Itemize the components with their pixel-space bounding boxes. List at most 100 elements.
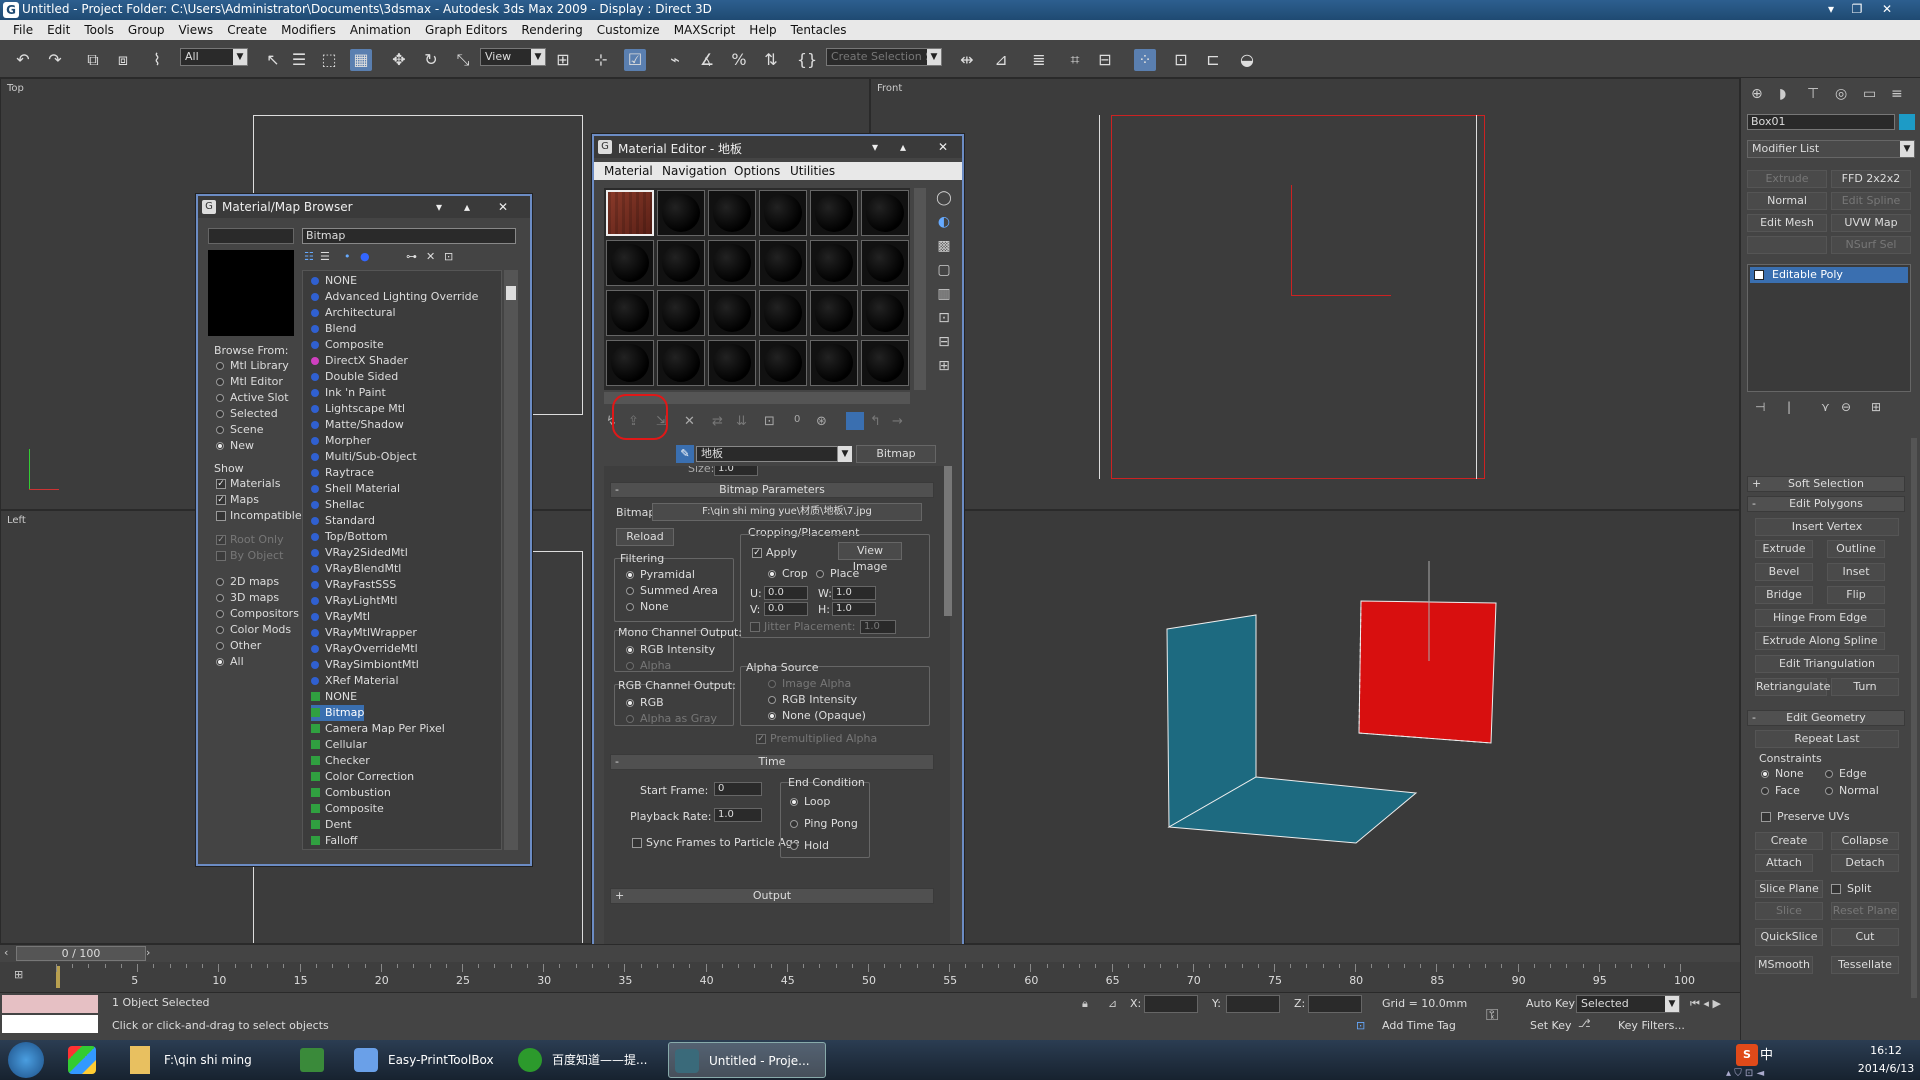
make-unique-icon[interactable]: ⋎ xyxy=(1821,400,1830,414)
modifier-normal-button[interactable]: Normal xyxy=(1747,192,1827,210)
material-sample-slot[interactable] xyxy=(810,240,858,286)
redo-icon[interactable]: ↷ xyxy=(44,49,66,71)
show-end-result-icon[interactable]: | xyxy=(1787,400,1791,414)
attach-button[interactable]: Attach xyxy=(1755,854,1813,872)
slice-button[interactable]: Slice xyxy=(1755,902,1823,920)
material-sample-slot[interactable] xyxy=(810,340,858,386)
soft-selection-rollout[interactable]: + Soft Selection xyxy=(1747,476,1905,492)
radio-loop[interactable] xyxy=(790,798,798,806)
clear-library-icon[interactable]: ⊡ xyxy=(444,250,453,263)
window-crossing-icon[interactable]: ▦ xyxy=(350,49,372,71)
apply-checkbox[interactable]: ✓ xyxy=(752,548,762,558)
key-icon[interactable]: ⚿ xyxy=(1486,1005,1498,1025)
create-tab-icon[interactable]: ⊕ xyxy=(1751,86,1763,102)
material-sample-slot[interactable] xyxy=(606,340,654,386)
menu-tools[interactable]: Tools xyxy=(77,23,121,37)
show-incompatible-checkbox[interactable] xyxy=(216,511,226,521)
quick-render-icon[interactable]: ◒ xyxy=(1236,49,1258,71)
material-list-item[interactable]: VRay2SidedMtl xyxy=(311,545,408,561)
material-id-channel-icon[interactable]: ⊡ xyxy=(764,414,775,429)
select-by-material-icon[interactable]: ⊞ xyxy=(932,358,956,382)
material-sample-slot[interactable] xyxy=(759,190,807,236)
bind-to-space-warp-icon[interactable]: ⌇ xyxy=(146,49,168,71)
lock-icon[interactable]: 🔒︎ xyxy=(1082,997,1088,1011)
reference-coordinate-dropdown[interactable]: View ▼ xyxy=(480,48,546,66)
display-tab-icon[interactable]: ▭ xyxy=(1863,86,1876,102)
material-list-item[interactable]: Ink 'n Paint xyxy=(311,385,386,401)
material-sample-slot[interactable] xyxy=(759,240,807,286)
insert-vertex-button[interactable]: Insert Vertex xyxy=(1755,518,1899,536)
inset-button[interactable]: Inset xyxy=(1827,563,1885,581)
put-to-library-icon[interactable]: ⇊ xyxy=(736,414,747,429)
play-icon[interactable]: ▶ xyxy=(1712,997,1720,1010)
align-icon[interactable]: ⊿ xyxy=(990,49,1012,71)
root-only-checkbox[interactable]: ✓ xyxy=(216,535,226,545)
material-list-item[interactable]: Advanced Lighting Override xyxy=(311,289,478,305)
menu-rendering[interactable]: Rendering xyxy=(514,23,589,37)
select-object-icon[interactable]: ↖ xyxy=(262,49,284,71)
angle-snap-icon[interactable]: ∡ xyxy=(696,49,718,71)
background-icon[interactable]: ▩ xyxy=(932,238,956,262)
flip-button[interactable]: Flip xyxy=(1827,586,1885,604)
show-end-result-icon[interactable] xyxy=(846,412,864,430)
clock-date[interactable]: 2014/6/13 xyxy=(1856,1062,1916,1075)
backlight-icon[interactable]: ◐ xyxy=(932,214,956,238)
key-filters-button[interactable]: Key Filters... xyxy=(1618,1019,1685,1032)
preserve-uvs-checkbox[interactable] xyxy=(1761,812,1771,822)
material-list-item[interactable]: XRef Material xyxy=(311,673,399,689)
menu-options[interactable]: Options xyxy=(734,164,780,178)
clock-time[interactable]: 16:12 xyxy=(1856,1044,1916,1057)
outline-button[interactable]: Outline xyxy=(1827,540,1885,558)
keyboard-shortcut-override-icon[interactable]: ☑ xyxy=(624,49,646,71)
scale-icon[interactable]: ⤡ xyxy=(452,49,474,71)
tray-shield-icon[interactable]: ⛉ xyxy=(1734,1068,1742,1079)
material-list-item[interactable]: Shellac xyxy=(311,497,365,513)
reload-button[interactable]: Reload xyxy=(616,528,674,546)
start-frame-spinner[interactable]: 0 xyxy=(714,782,762,796)
menu-modifiers[interactable]: Modifiers xyxy=(274,23,343,37)
material-sample-slot[interactable] xyxy=(759,340,807,386)
show-map-in-viewport-icon[interactable]: ⊛ xyxy=(816,414,827,429)
material-list-item[interactable]: VRayMtlWrapper xyxy=(311,625,417,641)
set-key-button[interactable]: Set Key xyxy=(1530,1019,1572,1032)
map-list-item[interactable]: Falloff xyxy=(311,833,357,849)
radio-new[interactable] xyxy=(216,442,224,450)
radio-3d-maps[interactable] xyxy=(216,594,224,602)
show-materials-checkbox[interactable]: ✓ xyxy=(216,479,226,489)
update-scene-materials-icon[interactable]: ⊶ xyxy=(406,250,417,263)
search-field[interactable]: Bitmap xyxy=(302,228,516,244)
stack-expand-icon[interactable] xyxy=(1754,270,1764,280)
map-list-item[interactable]: Checker xyxy=(311,753,370,769)
map-browser-titlebar[interactable]: G Material/Map Browser ▾ ▴ ✕ xyxy=(198,196,530,218)
absolute-mode-icon[interactable]: ⊿ xyxy=(1108,997,1117,1010)
modify-tab-icon[interactable]: ◗ xyxy=(1779,86,1786,102)
menu-graph-editors[interactable]: Graph Editors xyxy=(418,23,514,37)
h-spinner[interactable]: 1.0 xyxy=(832,602,876,616)
curve-editor-icon[interactable]: ⌗ xyxy=(1064,49,1086,71)
object-color-swatch[interactable] xyxy=(1899,114,1915,130)
modifier-extrude-button[interactable]: Extrude xyxy=(1747,170,1827,188)
time-tag-icon[interactable]: ⊡ xyxy=(1356,1019,1365,1032)
radio-selected[interactable] xyxy=(216,410,224,418)
v-spinner[interactable]: 0.0 xyxy=(764,602,808,616)
u-spinner[interactable]: 0.0 xyxy=(764,586,808,600)
modifier-uvw-map-button[interactable]: UVW Map xyxy=(1831,214,1911,232)
taskbar-item-folder[interactable]: F:\qin shi ming yue xyxy=(124,1042,274,1078)
radio-none-opaque[interactable] xyxy=(768,712,776,720)
hierarchy-tab-icon[interactable]: ⊤ xyxy=(1807,86,1819,102)
dialog-menu-icon[interactable]: ▾ xyxy=(866,138,884,156)
reset-map-icon[interactable]: ✕ xyxy=(684,414,695,429)
ime-s-icon[interactable]: S xyxy=(1736,1044,1758,1066)
configure-modifier-sets-icon[interactable]: ⊞ xyxy=(1871,400,1881,414)
unlink-icon[interactable]: ⧈ xyxy=(112,49,134,71)
tray-volume-icon[interactable]: ◄ xyxy=(1756,1068,1764,1079)
extrude-along-spline-button[interactable]: Extrude Along Spline xyxy=(1755,632,1885,650)
schematic-view-icon[interactable]: ⊟ xyxy=(1094,49,1116,71)
radio-mtl-library[interactable] xyxy=(216,362,224,370)
map-list-item[interactable]: Cellular xyxy=(311,737,367,753)
modifier-edit-mesh-button[interactable]: Edit Mesh xyxy=(1747,214,1827,232)
sync-frames-checkbox[interactable] xyxy=(632,838,642,848)
dialog-rollup-icon[interactable]: ▴ xyxy=(894,138,912,156)
map-list-item[interactable]: Camera Map Per Pixel xyxy=(311,721,445,737)
radio-alpha[interactable] xyxy=(626,662,634,670)
